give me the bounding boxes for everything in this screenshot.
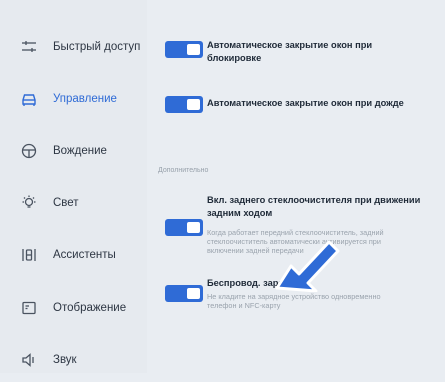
rear-wiper-toggle[interactable] <box>165 219 203 236</box>
wireless-charging-desc-line2: телефон и NFC-карту <box>207 301 281 310</box>
section-label-advanced: Дополнительно <box>158 167 209 174</box>
auto-close-rain-toggle[interactable] <box>165 96 203 113</box>
assistants-icon <box>19 245 39 265</box>
rear-wiper-title-line1: Вкл. заднего стеклоочистителя при движен… <box>207 195 421 205</box>
sidebar-item-display[interactable]: Отображение <box>0 286 147 330</box>
wireless-charging-desc-line1: Не кладите на зарядное устройство одновр… <box>207 292 381 301</box>
auto-close-rain-title: Автоматическое закрытие окон при дожде <box>207 98 404 108</box>
car-icon <box>19 89 39 109</box>
toggle-knob <box>187 99 200 110</box>
sidebar-item-label: Отображение <box>53 302 127 314</box>
sidebar: Быстрый доступ Управление Вождение Свет … <box>0 0 147 373</box>
sidebar-item-sound[interactable]: Звук <box>0 338 147 382</box>
toggle-knob <box>187 44 200 55</box>
auto-close-lock-toggle[interactable] <box>165 41 203 58</box>
sidebar-item-label: Управление <box>53 93 117 105</box>
light-bulb-icon <box>19 193 39 213</box>
speaker-icon <box>19 350 39 370</box>
sidebar-item-label: Свет <box>53 197 79 209</box>
pointer-arrow-icon <box>275 240 340 292</box>
sidebar-item-assistants[interactable]: Ассистенты <box>0 233 147 277</box>
rear-wiper-title: Вкл. заднего стеклоочистителя при движен… <box>207 194 420 220</box>
sidebar-item-light[interactable]: Свет <box>0 181 147 225</box>
sidebar-item-label: Звук <box>53 354 77 366</box>
wireless-charging-description: Не кладите на зарядное устройство одновр… <box>207 292 381 310</box>
auto-close-lock-title: Автоматическое закрытие окон при блокиро… <box>207 39 372 65</box>
sidebar-item-label: Ассистенты <box>53 249 116 261</box>
sidebar-item-label: Быстрый доступ <box>53 41 141 53</box>
sidebar-item-quick-access[interactable]: Быстрый доступ <box>0 25 147 69</box>
toggle-knob <box>187 222 200 233</box>
display-icon <box>19 298 39 318</box>
sliders-icon <box>19 37 39 57</box>
wireless-charging-toggle[interactable] <box>165 285 203 302</box>
steering-wheel-icon <box>19 141 39 161</box>
sidebar-item-label: Вождение <box>53 145 107 157</box>
rear-wiper-title-line2: задним ходом <box>207 208 273 218</box>
toggle-knob <box>187 288 200 299</box>
settings-panel: Автоматическое закрытие окон при блокиро… <box>147 0 445 373</box>
auto-close-lock-title-line1: Автоматическое закрытие окон при <box>207 40 373 50</box>
sidebar-item-control[interactable]: Управление <box>0 77 147 121</box>
auto-close-lock-title-line2: блокировке <box>207 53 262 63</box>
sidebar-item-driving[interactable]: Вождение <box>0 129 147 173</box>
